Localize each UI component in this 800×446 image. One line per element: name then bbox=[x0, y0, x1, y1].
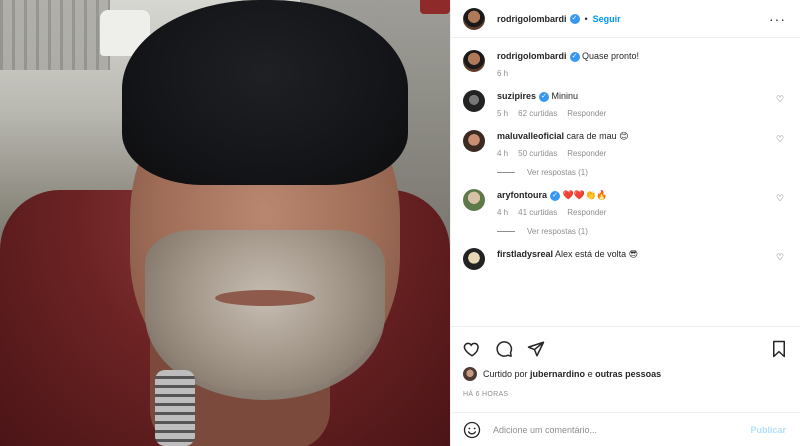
separator-dot: • bbox=[584, 13, 588, 24]
replies-dash bbox=[497, 172, 515, 173]
commenter-username[interactable]: suzipires bbox=[497, 91, 536, 101]
caption-time[interactable]: 6 h bbox=[497, 69, 508, 78]
reply-button[interactable]: Responder bbox=[567, 109, 606, 118]
author-avatar[interactable] bbox=[463, 7, 485, 30]
liker-username[interactable]: jubernardino bbox=[530, 369, 585, 379]
commenter-avatar[interactable] bbox=[463, 130, 485, 152]
comment-text: cara de mau 😊 bbox=[566, 131, 629, 141]
instagram-post: rodrigolombardi ✓ • Seguir ··· rodrigolo… bbox=[0, 0, 800, 446]
verified-badge-icon: ✓ bbox=[569, 13, 580, 24]
follow-button[interactable]: Seguir bbox=[593, 14, 621, 24]
post-actions: Curtido por jubernardino e outras pessoa… bbox=[451, 326, 800, 398]
comment-time[interactable]: 5 h bbox=[497, 109, 508, 118]
publish-button[interactable]: Publicar bbox=[750, 425, 786, 435]
commenter-username[interactable]: aryfontoura bbox=[497, 190, 547, 200]
comment-likes[interactable]: 41 curtidas bbox=[518, 208, 557, 217]
verified-badge-icon: ✓ bbox=[569, 51, 580, 62]
author-username[interactable]: rodrigolombardi bbox=[497, 14, 567, 24]
comment-row: suzipires ✓ Mininu 5 h 62 curtidas Respon… bbox=[463, 90, 786, 118]
bookmark-icon[interactable] bbox=[770, 340, 788, 358]
like-comment-heart-icon[interactable]: ♡ bbox=[776, 94, 786, 104]
comment-row: aryfontoura ✓ ❤️❤️👏🔥 4 h 41 curtidas Resp… bbox=[463, 189, 786, 217]
reply-button[interactable]: Responder bbox=[567, 208, 606, 217]
emoji-icon[interactable] bbox=[463, 421, 481, 439]
likes-summary: Curtido por jubernardino e outras pessoa… bbox=[463, 367, 788, 381]
caption-text: Quase pronto! bbox=[582, 51, 640, 61]
commenter-avatar[interactable] bbox=[463, 90, 485, 112]
like-heart-icon[interactable] bbox=[463, 340, 481, 358]
commenter-avatar[interactable] bbox=[463, 189, 485, 211]
photo-fence bbox=[0, 0, 110, 70]
commenter-username[interactable]: firstladysreal bbox=[497, 249, 553, 259]
comment-icon[interactable] bbox=[495, 340, 513, 358]
add-comment-bar: Publicar bbox=[451, 412, 800, 446]
photo-car-red bbox=[420, 0, 450, 14]
like-comment-heart-icon[interactable]: ♡ bbox=[776, 252, 786, 262]
post-header: rodrigolombardi ✓ • Seguir ··· bbox=[451, 0, 800, 38]
caption-avatar[interactable] bbox=[463, 50, 485, 72]
comment-row: maluvalleoficial cara de mau 😊 4 h 50 cu… bbox=[463, 130, 786, 158]
other-likers-link[interactable]: outras pessoas bbox=[595, 369, 661, 379]
view-replies-button[interactable]: Ver respostas (1) bbox=[497, 168, 786, 177]
comment-time[interactable]: 4 h bbox=[497, 208, 508, 217]
comments-list[interactable]: rodrigolombardi ✓ Quase pronto! 6 h suzip… bbox=[451, 38, 800, 326]
post-sidebar: rodrigolombardi ✓ • Seguir ··· rodrigolo… bbox=[450, 0, 800, 446]
comment-text: ❤️❤️👏🔥 bbox=[562, 190, 608, 200]
more-options-icon[interactable]: ··· bbox=[769, 12, 786, 26]
verified-badge-icon: ✓ bbox=[539, 91, 550, 102]
replies-dash bbox=[497, 231, 515, 232]
view-replies-label: Ver respostas (1) bbox=[527, 227, 588, 236]
like-comment-heart-icon[interactable]: ♡ bbox=[776, 134, 786, 144]
photo-mouth bbox=[215, 290, 315, 306]
verified-badge-icon: ✓ bbox=[550, 190, 561, 201]
liker-avatar[interactable] bbox=[463, 367, 477, 381]
commenter-avatar[interactable] bbox=[463, 248, 485, 270]
comment-text: Alex está de volta 😎 bbox=[555, 249, 638, 259]
post-photo[interactable] bbox=[0, 0, 450, 446]
comment-time[interactable]: 4 h bbox=[497, 149, 508, 158]
comment-likes[interactable]: 50 curtidas bbox=[518, 149, 557, 158]
caption-username[interactable]: rodrigolombardi bbox=[497, 51, 567, 61]
comment-row: firstladysreal Alex está de volta 😎 ♡ bbox=[463, 248, 786, 270]
photo-chain bbox=[155, 370, 195, 446]
comment-likes[interactable]: 62 curtidas bbox=[518, 109, 557, 118]
commenter-username[interactable]: maluvalleoficial bbox=[497, 131, 564, 141]
view-replies-button[interactable]: Ver respostas (1) bbox=[497, 227, 786, 236]
post-timestamp[interactable]: HÁ 6 HORAS bbox=[463, 391, 788, 398]
comment-text: Mininu bbox=[551, 91, 579, 101]
photo-beanie bbox=[122, 0, 408, 185]
reply-button[interactable]: Responder bbox=[567, 149, 606, 158]
share-icon[interactable] bbox=[527, 340, 545, 358]
likes-prefix: Curtido por bbox=[483, 369, 528, 379]
like-comment-heart-icon[interactable]: ♡ bbox=[776, 193, 786, 203]
caption: rodrigolombardi ✓ Quase pronto! 6 h bbox=[463, 50, 786, 78]
likes-conj: e bbox=[587, 369, 593, 379]
view-replies-label: Ver respostas (1) bbox=[527, 168, 588, 177]
comment-input[interactable] bbox=[493, 424, 751, 435]
